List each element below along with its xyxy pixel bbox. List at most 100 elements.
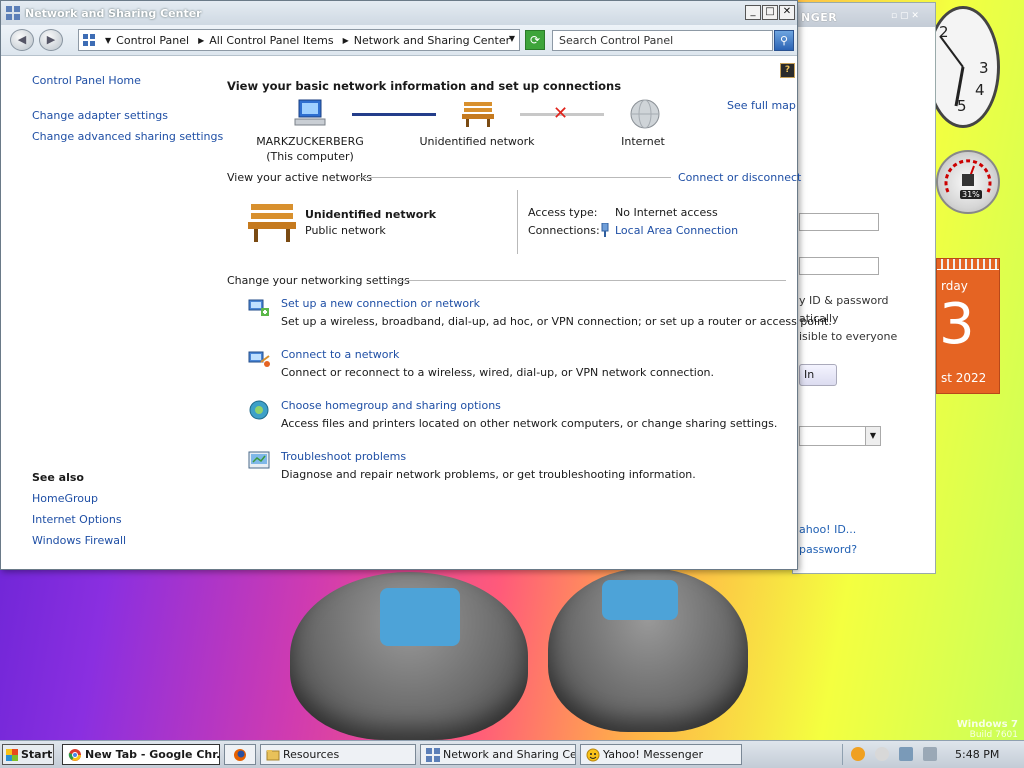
address-bar[interactable]: ▼ Control Panel ▶ All Control Panel Item… — [78, 29, 520, 51]
local-area-connection-link[interactable]: Local Area Connection — [615, 224, 738, 237]
windows-watermark: Windows 7 Build 7601 — [957, 719, 1018, 740]
left-pane: Control Panel Home Change adapter settin… — [1, 56, 223, 569]
refresh-button[interactable]: ⟳ — [525, 30, 545, 50]
change-advanced-sharing-link[interactable]: Change advanced sharing settings — [32, 130, 223, 143]
taskbar-network-center[interactable]: Network and Sharing Ce... — [420, 744, 576, 765]
taskbar: Start New Tab - Google Chr... Resources … — [0, 740, 1024, 768]
control-panel-icon — [83, 34, 95, 46]
connections-label: Connections: — [528, 224, 600, 237]
get-yahoo-id-link[interactable]: ahoo! ID... — [799, 523, 856, 536]
connect-network-icon — [248, 351, 270, 367]
chevron-down-icon[interactable]: ▶ — [198, 36, 204, 45]
see-full-map-link[interactable]: See full map — [727, 99, 796, 112]
messenger-window-controls[interactable]: ▫ ▢ ✕ — [891, 11, 919, 21]
windows-firewall-link[interactable]: Windows Firewall — [32, 534, 126, 547]
taskbar-yahoo-messenger[interactable]: Yahoo! Messenger — [580, 744, 742, 765]
meter-percent: 31% — [960, 190, 982, 199]
messenger-signin-button[interactable]: In — [799, 364, 837, 386]
computer-icon — [294, 99, 326, 126]
messenger-tray-icon[interactable] — [875, 747, 889, 761]
clock-hands — [939, 35, 965, 107]
chevron-down-icon[interactable]: ▶ — [343, 36, 349, 45]
node-unidentified-network: Unidentified network — [419, 135, 535, 148]
calendar-gadget[interactable]: rday 3 st 2022 — [936, 258, 1000, 394]
node-this-computer: MARKZUCKERBERG (This computer) — [255, 135, 365, 163]
network-icon — [426, 748, 440, 762]
taskbar-firefox[interactable] — [224, 744, 256, 765]
forward-button[interactable]: ▶ — [39, 29, 63, 51]
wallpaper-sock-left — [380, 588, 460, 646]
close-button[interactable]: ✕ — [779, 5, 795, 20]
divider — [359, 177, 671, 178]
troubleshoot-icon — [248, 451, 270, 469]
clock-gadget[interactable]: 2 3 4 5 — [926, 6, 1000, 128]
taskbar-clock[interactable]: 5:48 PM — [955, 748, 999, 761]
messenger-id-input[interactable] — [799, 213, 879, 231]
folder-icon — [266, 750, 280, 761]
control-panel-home-link[interactable]: Control Panel Home — [32, 74, 141, 87]
back-button[interactable]: ◀ — [10, 29, 34, 51]
messenger-window[interactable]: NGER ▫ ▢ ✕ y ID & password atically isib… — [792, 2, 936, 574]
active-networks-label: View your active networks — [227, 171, 373, 184]
yahoo-messenger-icon — [586, 748, 600, 762]
see-also-heading: See also — [32, 471, 84, 484]
setup-connection-link[interactable]: Set up a new connection or network — [281, 297, 480, 310]
taskbar-chrome[interactable]: New Tab - Google Chr... — [62, 744, 220, 765]
networking-settings-label: Change your networking settings — [227, 274, 410, 287]
network-tray-icon[interactable] — [899, 747, 913, 761]
troubleshoot-link[interactable]: Troubleshoot problems — [281, 450, 406, 463]
bench-icon — [462, 102, 494, 127]
change-adapter-settings-link[interactable]: Change adapter settings — [32, 109, 168, 122]
internet-options-link[interactable]: Internet Options — [32, 513, 122, 526]
homegroup-link[interactable]: HomeGroup — [32, 492, 98, 505]
breadcrumb-all-items[interactable]: All Control Panel Items — [209, 34, 333, 47]
search-icon[interactable]: ⚲ — [774, 30, 794, 51]
node-computer-name: MARKZUCKERBERG — [256, 135, 364, 148]
node-computer-sub: (This computer) — [266, 150, 354, 163]
network-bench-icon — [248, 204, 296, 242]
taskbar-resources[interactable]: Resources — [260, 744, 416, 765]
divider — [517, 190, 518, 254]
firefox-icon — [234, 749, 246, 761]
network-name: Unidentified network — [305, 208, 437, 221]
help-icon[interactable]: ? — [780, 63, 795, 78]
calendar-month: st 2022 — [941, 371, 987, 385]
taskbar-resources-label: Resources — [283, 748, 340, 761]
start-button[interactable]: Start — [2, 744, 54, 765]
window-title: Network and Sharing Center — [25, 7, 202, 20]
signin-invisible-label[interactable]: isible to everyone — [799, 330, 897, 343]
messenger-status-select[interactable]: ▼ — [799, 426, 881, 446]
address-dropdown-icon[interactable]: ▼ — [509, 34, 515, 43]
messenger-password-input[interactable] — [799, 257, 879, 275]
connect-disconnect-link[interactable]: Connect or disconnect — [678, 171, 801, 184]
remember-id-label[interactable]: y ID & password — [799, 294, 889, 307]
access-type-value: No Internet access — [615, 206, 718, 219]
search-tray-icon[interactable] — [851, 747, 865, 761]
taskbar-chrome-label: New Tab - Google Chr... — [85, 748, 220, 761]
breadcrumb-network-center[interactable]: Network and Sharing Center — [354, 34, 510, 47]
new-connection-icon — [248, 299, 269, 316]
homegroup-sharing-desc: Access files and printers located on oth… — [281, 417, 778, 430]
maximize-button[interactable]: □ — [762, 5, 778, 20]
divider — [389, 280, 786, 281]
watermark-build: Build 7601 — [969, 730, 1018, 740]
homegroup-sharing-link[interactable]: Choose homegroup and sharing options — [281, 399, 501, 412]
calendar-rings — [937, 259, 999, 270]
watermark-title: Windows 7 — [956, 719, 1018, 730]
connect-network-link[interactable]: Connect to a network — [281, 348, 399, 361]
calendar-date: 3 — [939, 292, 975, 357]
breadcrumb-control-panel[interactable]: Control Panel — [116, 34, 189, 47]
setup-connection-desc: Set up a wireless, broadband, dial-up, a… — [281, 315, 832, 328]
map-connection-line — [352, 113, 436, 116]
cpu-meter-gadget[interactable]: 31% — [936, 150, 1000, 214]
network-type-link[interactable]: Public network — [305, 224, 386, 237]
minimize-button[interactable]: _ — [745, 5, 761, 20]
windows-logo-icon — [6, 749, 18, 761]
homegroup-icon — [249, 400, 269, 420]
network-sharing-window[interactable]: Network and Sharing Center _ □ ✕ ◀ ▶ ▼ C… — [0, 0, 832, 570]
title-bar[interactable]: Network and Sharing Center _ □ ✕ — [1, 1, 797, 25]
volume-icon[interactable] — [923, 747, 937, 761]
search-input[interactable]: Search Control Panel — [552, 30, 773, 51]
forgot-password-link[interactable]: password? — [799, 543, 857, 556]
chevron-down-icon[interactable]: ▼ — [105, 36, 111, 45]
